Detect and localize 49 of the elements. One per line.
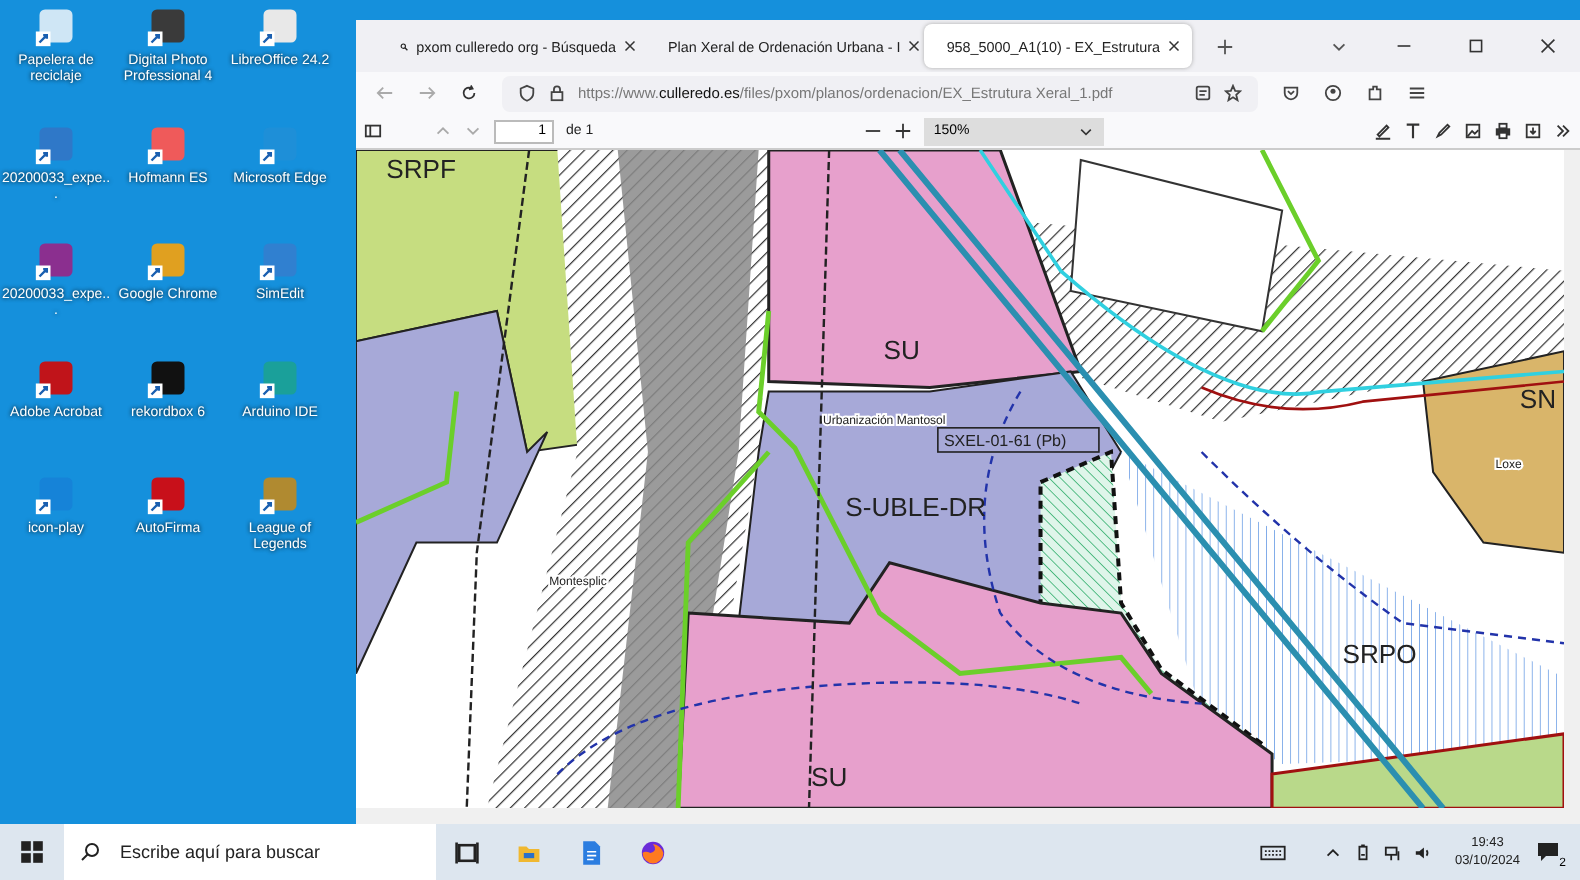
- task-view-icon[interactable]: [454, 839, 480, 865]
- menu-icon[interactable]: [1408, 84, 1426, 103]
- text-tool-icon[interactable]: [1404, 122, 1422, 141]
- document-icon[interactable]: [578, 839, 604, 865]
- pen-icon[interactable]: [1434, 122, 1452, 141]
- map-label: S-UBLE-DR: [845, 493, 987, 523]
- close-icon[interactable]: [908, 40, 921, 53]
- highlight-icon[interactable]: [1374, 122, 1392, 141]
- scrollbar[interactable]: [1564, 150, 1580, 809]
- plus-icon[interactable]: [1216, 37, 1234, 56]
- app-icon[interactable]: [146, 4, 190, 48]
- search-icon: [80, 842, 100, 862]
- close-icon[interactable]: [1168, 40, 1180, 53]
- shield-icon: [518, 84, 536, 103]
- map-label: SN: [1519, 384, 1557, 415]
- map-label: SU: [883, 335, 920, 366]
- reload-icon[interactable]: [460, 84, 478, 103]
- pocket-icon[interactable]: [1282, 84, 1300, 103]
- app-icon[interactable]: [34, 238, 78, 282]
- maximize-icon[interactable]: [1468, 38, 1484, 55]
- search-input[interactable]: Escribe aquí para buscar: [116, 840, 424, 864]
- close-icon[interactable]: [1540, 38, 1556, 55]
- puzzle-icon[interactable]: [1366, 84, 1384, 103]
- boxed-map-label: SXEL-01-61 (Pb): [937, 427, 1100, 454]
- print-icon[interactable]: [1494, 122, 1512, 141]
- zoom-in-icon[interactable]: [893, 122, 912, 141]
- search-icon: [400, 39, 409, 54]
- double-chevron-icon[interactable]: [1554, 122, 1572, 141]
- app-icon[interactable]: [146, 472, 190, 516]
- map-label: SU: [811, 762, 848, 793]
- map-label: SRPF: [386, 154, 456, 185]
- search-bar[interactable]: Escribe aquí para buscar: [64, 824, 436, 880]
- lock-icon: [548, 84, 566, 103]
- windows-logo-icon[interactable]: [20, 840, 44, 864]
- keyboard-icon[interactable]: [1260, 843, 1287, 861]
- scrollbar[interactable]: [356, 808, 1580, 825]
- save-icon[interactable]: [1524, 122, 1542, 141]
- caret-icon: [1077, 123, 1094, 140]
- close-icon[interactable]: [624, 40, 636, 53]
- account-icon[interactable]: [1324, 84, 1342, 103]
- fox-icon[interactable]: [640, 839, 666, 865]
- sidebar-toggle-icon[interactable]: [364, 122, 382, 141]
- image-icon[interactable]: [1464, 122, 1482, 141]
- battery-icon[interactable]: [1354, 843, 1373, 861]
- network-icon[interactable]: [1384, 843, 1403, 861]
- star-icon[interactable]: [1224, 84, 1242, 103]
- map-label: SRPO: [1342, 639, 1417, 670]
- reader-view-icon[interactable]: [1194, 84, 1212, 103]
- speaker-icon[interactable]: [1414, 843, 1433, 861]
